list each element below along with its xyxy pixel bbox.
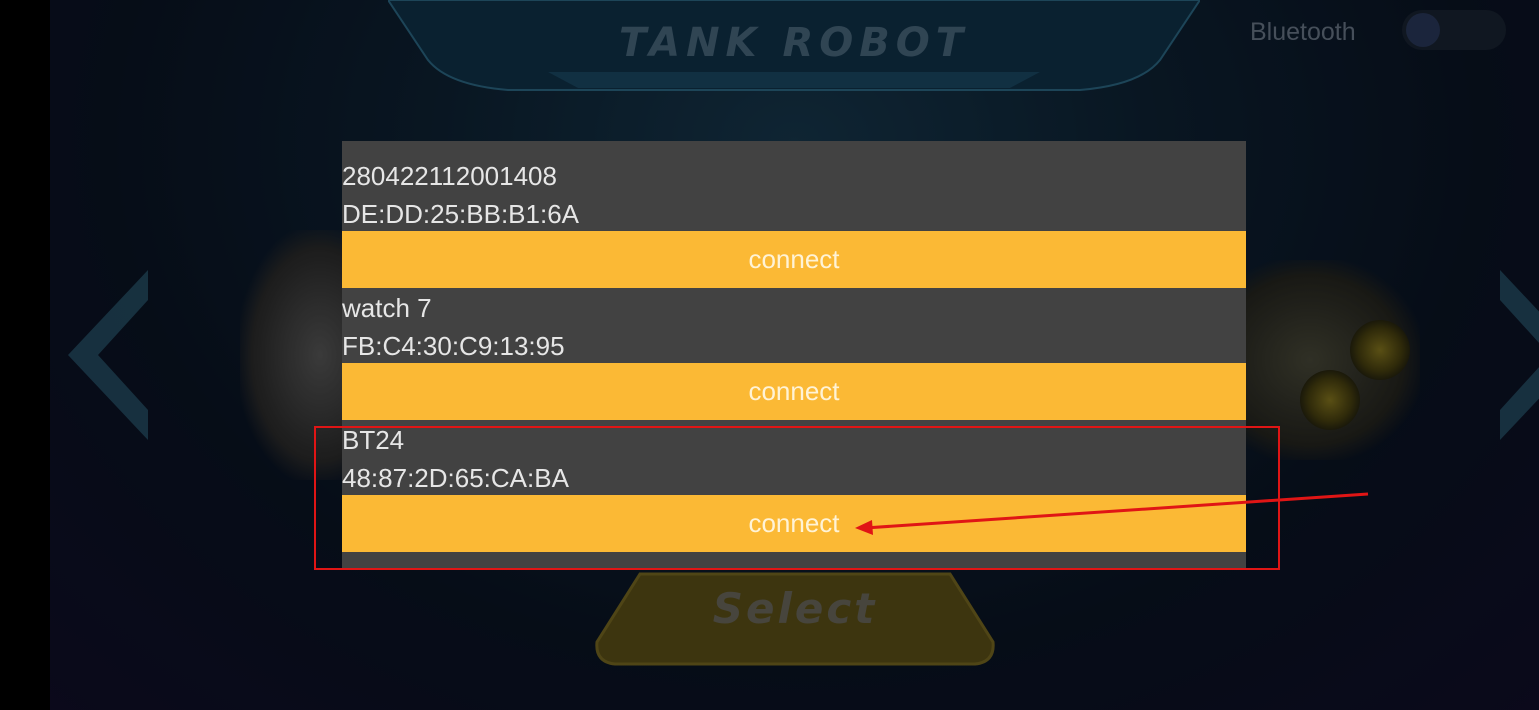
annotation-arrow-icon — [855, 492, 1369, 535]
left-black-bar — [0, 0, 50, 710]
app-screen: TANK ROBOT Bluetooth Select 280422112001… — [50, 0, 1539, 710]
